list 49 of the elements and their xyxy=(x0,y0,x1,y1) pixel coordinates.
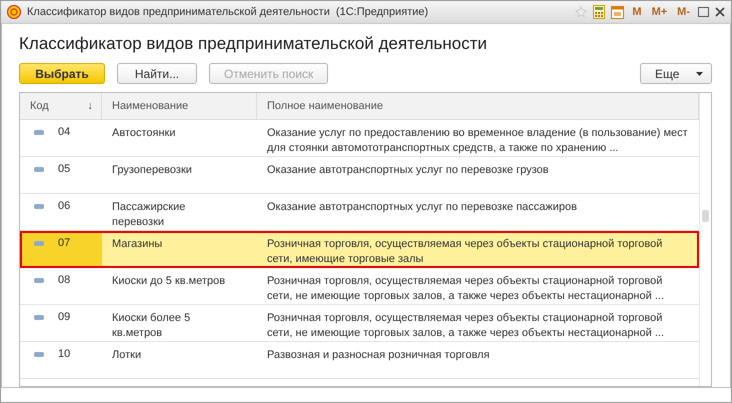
code-cell: 10 xyxy=(58,348,70,360)
caret-icon xyxy=(696,72,703,76)
code-cell: 06 xyxy=(58,200,70,212)
calendar-icon[interactable] xyxy=(611,5,624,19)
full-name-cell: Розничная торговля, осуществляемая через объекты стационарной торговой сети, имеющие торговые залы xyxy=(267,238,662,265)
code-cell: 07 xyxy=(58,237,70,249)
window-title: Классификатор видов предпринимательской деятельности (1С:Предприятие) xyxy=(27,6,430,18)
full-name-cell: Розничная торговля, осуществляемая через объекты стационарной торговой сети, не имеющие торговых залов, а также через объекты нестационарной ... xyxy=(267,275,664,302)
item-icon xyxy=(34,167,44,172)
memory-button[interactable]: M xyxy=(630,6,644,18)
maximize-icon[interactable] xyxy=(698,7,709,17)
app-logo-icon xyxy=(7,5,21,19)
name-cell: Грузоперевозки xyxy=(112,164,192,176)
item-icon xyxy=(34,315,44,320)
toolbar-button[interactable]: Найти... xyxy=(117,63,197,84)
item-icon xyxy=(34,241,44,246)
column-header[interactable]: Код xyxy=(30,100,49,112)
full-name-cell: Оказание услуг по предоставлению во временное владение (в пользование) мест для стоянки автомототранспортных средств, а также по хранению ... xyxy=(267,127,688,154)
name-cell: Киоски до 5 кв.метров xyxy=(112,275,226,287)
item-icon xyxy=(34,352,44,357)
select-button[interactable]: Выбрать xyxy=(19,63,105,84)
more-button[interactable]: Еще xyxy=(640,63,712,84)
code-cell: 04 xyxy=(58,126,70,138)
sort-indicator: ↓ xyxy=(88,100,93,112)
star-icon[interactable] xyxy=(575,6,588,18)
table-row[interactable]: 07 Магазины Розничная торговля, осуществляемая через объекты стационарной торговой сети, имеющие торговые залы xyxy=(20,231,699,268)
close-icon[interactable] xyxy=(715,7,725,17)
code-cell: 05 xyxy=(58,163,70,175)
name-cell: Пассажирские перевозки xyxy=(112,201,186,228)
name-cell: Автостоянки xyxy=(112,127,176,139)
form-title: Классификатор видов предпринимательской деятельности xyxy=(19,34,488,54)
memory-button[interactable]: M- xyxy=(675,6,692,18)
full-name-cell: Розничная торговля, осуществляемая через объекты стационарной торговой сети, не имеющие торговых залов, а также через объекты нестационарной ... xyxy=(267,312,664,339)
scrollbar-thumb[interactable] xyxy=(702,210,709,222)
name-cell: Лотки xyxy=(112,349,142,361)
name-cell: Киоски более 5 кв.метров xyxy=(112,312,190,339)
calculator-icon[interactable] xyxy=(593,5,606,19)
memory-button[interactable]: M+ xyxy=(650,6,670,18)
item-icon xyxy=(34,204,44,209)
full-name-cell: Оказание автотранспортных услуг по перевозке пассажиров xyxy=(267,201,577,213)
code-cell: 09 xyxy=(58,311,70,323)
full-name-cell: Развозная и разносная розничная торговля xyxy=(267,349,490,361)
item-icon xyxy=(34,278,44,283)
full-name-cell: Оказание автотранспортных услуг по перевозке грузов xyxy=(267,164,549,176)
name-cell: Магазины xyxy=(112,238,162,250)
item-icon xyxy=(34,130,44,135)
code-cell: 08 xyxy=(58,274,70,286)
column-header[interactable]: Полное наименование xyxy=(267,100,383,112)
column-header[interactable]: Наименование xyxy=(112,100,188,112)
